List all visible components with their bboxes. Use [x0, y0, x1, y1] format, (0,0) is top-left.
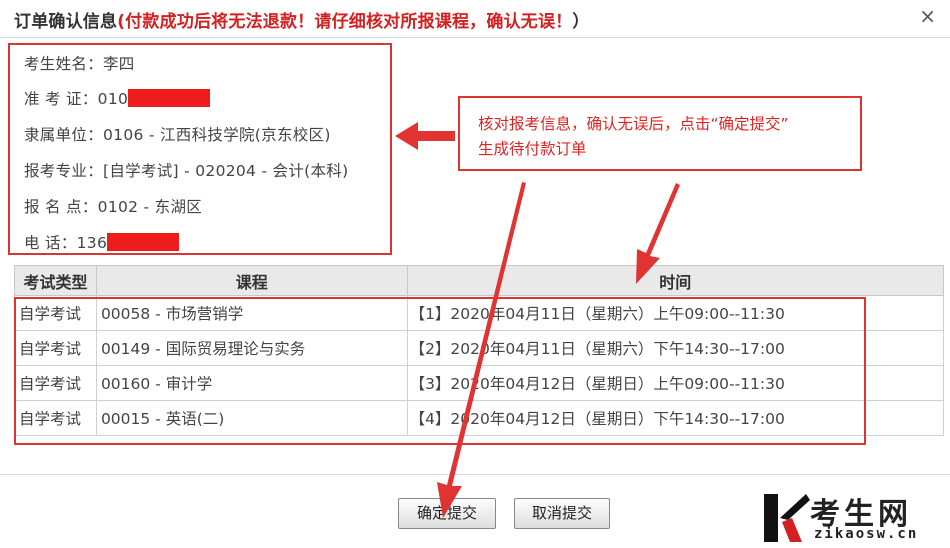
dialog-title: 订单确认信息(付款成功后将无法退款！请仔细核对所报课程，确认无误！） — [14, 7, 590, 32]
candidate-info-panel: 考生姓名：李四 准 考 证：010 隶属单位：0106 - 江西科技学院(京东校… — [8, 43, 392, 255]
title-divider — [0, 37, 950, 38]
confirm-submit-button[interactable]: 确定提交 — [398, 498, 496, 529]
candidate-phone: 电 话：136 — [24, 234, 108, 252]
phone-redaction — [107, 233, 180, 251]
header-course: 课程 — [95, 265, 408, 296]
dialog-title-main: 订单确认信息 — [14, 12, 118, 32]
table-header-row: 考试类型 课程 时间 — [14, 265, 945, 296]
arrow-left-icon — [395, 122, 455, 150]
cancel-submit-button[interactable]: 取消提交 — [514, 498, 610, 529]
candidate-major: 报考专业：[自学考试] - 020204 - 会计(本科) — [24, 162, 349, 180]
instruction-callout: 核对报考信息，确认无误后，点击“确定提交” 生成待付款订单 — [458, 96, 862, 171]
callout-line-2: 生成待付款订单 — [478, 140, 587, 158]
candidate-phone-row: 电 话：136 — [24, 231, 180, 253]
header-time: 时间 — [406, 265, 945, 296]
candidate-location: 报 名 点：0102 - 东湖区 — [24, 198, 203, 216]
dialog-title-warning: (付款成功后将无法退款！请仔细核对所报课程，确认无误！ — [117, 12, 573, 32]
ticket-redaction — [128, 89, 211, 107]
logo-k-icon — [764, 494, 810, 542]
footer-divider — [0, 474, 950, 475]
candidate-ticket-row: 准 考 证：010 — [24, 87, 211, 109]
selected-courses-highlight — [14, 297, 866, 445]
candidate-name: 考生姓名：李四 — [24, 55, 135, 73]
candidate-ticket: 准 考 证：010 — [24, 90, 129, 108]
site-watermark-logo: 考生网 zikaosw.cn — [762, 486, 950, 548]
close-icon[interactable]: × — [919, 4, 936, 28]
logo-domain-text: zikaosw.cn — [814, 526, 919, 542]
dialog-title-bar: 订单确认信息(付款成功后将无法退款！请仔细核对所报课程，确认无误！） × — [0, 0, 950, 36]
dialog-title-suffix: ） — [572, 12, 590, 32]
candidate-unit: 隶属单位：0106 - 江西科技学院(京东校区) — [24, 126, 331, 144]
callout-line-1: 核对报考信息，确认无误后，点击“确定提交” — [478, 115, 789, 133]
header-exam-type: 考试类型 — [14, 265, 97, 296]
